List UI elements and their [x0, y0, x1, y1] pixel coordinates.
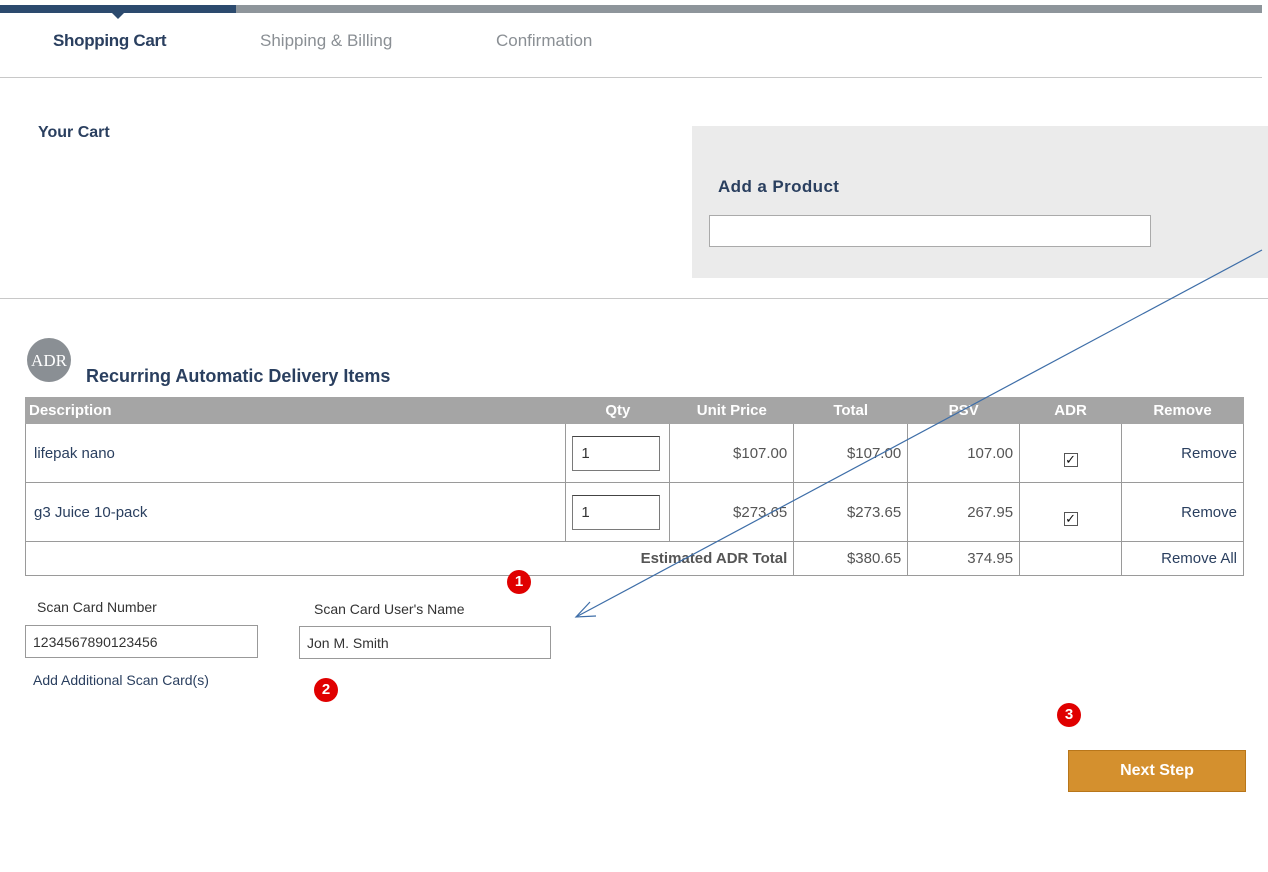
column-header-description: Description: [24, 397, 567, 424]
remove-all-cell: Remove All: [1121, 541, 1244, 576]
estimated-psv-total: 374.95: [907, 541, 1021, 576]
item-psv: 107.00: [907, 423, 1021, 483]
add-product-panel: Add a Product: [692, 126, 1268, 278]
item-description[interactable]: lifepak nano: [24, 423, 567, 483]
adr-items-table: Description Qty Unit Price Total PSV ADR…: [24, 397, 1244, 576]
unit-price: $273.65: [669, 482, 795, 542]
scan-card-number-input[interactable]: [25, 625, 258, 658]
column-header-adr: ADR: [1019, 397, 1122, 424]
scan-card-name-label: Scan Card User's Name: [314, 601, 465, 617]
remove-link[interactable]: Remove: [1181, 504, 1237, 521]
adr-checkbox[interactable]: ✓: [1063, 511, 1078, 526]
page-title: Your Cart: [38, 124, 110, 141]
next-step-button[interactable]: Next Step: [1068, 750, 1246, 792]
qty-input[interactable]: [572, 435, 661, 471]
remove-cell: Remove: [1121, 482, 1244, 542]
item-psv: 267.95: [907, 482, 1021, 542]
adr-cell: ✓: [1019, 482, 1122, 542]
scan-card-name-input[interactable]: [299, 626, 551, 659]
step-shipping-billing[interactable]: Shipping & Billing: [260, 31, 392, 51]
adr-cell: ✓: [1019, 423, 1122, 483]
annotation-marker-3: 3: [1057, 703, 1081, 727]
estimated-adr-total-label: Estimated ADR Total: [24, 541, 795, 576]
item-description[interactable]: g3 Juice 10-pack: [24, 482, 567, 542]
add-product-title: Add a Product: [718, 177, 840, 196]
table-row: g3 Juice 10-pack $273.65 $273.65 267.95 …: [24, 482, 1244, 542]
step-confirmation[interactable]: Confirmation: [496, 31, 592, 51]
divider: [0, 298, 1268, 299]
adr-logo-icon: ADR: [27, 338, 71, 382]
progress-bar: [0, 5, 1262, 19]
column-header-remove: Remove: [1121, 397, 1244, 424]
annotation-marker-1: 1: [507, 570, 531, 594]
progress-bar-fill: [0, 5, 236, 13]
qty-cell: [565, 482, 671, 542]
item-total: $107.00: [793, 423, 909, 483]
unit-price: $107.00: [669, 423, 795, 483]
remove-cell: Remove: [1121, 423, 1244, 483]
column-header-total: Total: [793, 397, 909, 424]
qty-input[interactable]: [572, 494, 661, 530]
step-shopping-cart[interactable]: Shopping Cart: [53, 31, 167, 51]
column-header-qty: Qty: [565, 397, 671, 424]
remove-link[interactable]: Remove: [1181, 445, 1237, 462]
section-title: Recurring Automatic Delivery Items: [86, 366, 391, 386]
adr-logo-text: ADR: [31, 351, 68, 370]
table-row: lifepak nano $107.00 $107.00 107.00 ✓ Re…: [24, 423, 1244, 483]
column-header-unit-price: Unit Price: [669, 397, 795, 424]
column-header-psv: PSV: [907, 397, 1021, 424]
add-scan-card-link[interactable]: Add Additional Scan Card(s): [33, 672, 209, 688]
qty-cell: [565, 423, 671, 483]
item-total: $273.65: [793, 482, 909, 542]
empty-cell: [1019, 541, 1122, 576]
add-product-input[interactable]: [709, 215, 1151, 247]
total-row: Estimated ADR Total $380.65 374.95 Remov…: [24, 541, 1244, 576]
table-header-row: Description Qty Unit Price Total PSV ADR…: [24, 397, 1244, 424]
estimated-adr-total: $380.65: [793, 541, 909, 576]
annotation-marker-2: 2: [314, 678, 338, 702]
scan-card-number-label: Scan Card Number: [37, 599, 157, 615]
progress-indicator-notch: [112, 13, 124, 19]
adr-checkbox[interactable]: ✓: [1063, 452, 1078, 467]
remove-all-link[interactable]: Remove All: [1161, 550, 1237, 567]
divider: [0, 77, 1262, 78]
